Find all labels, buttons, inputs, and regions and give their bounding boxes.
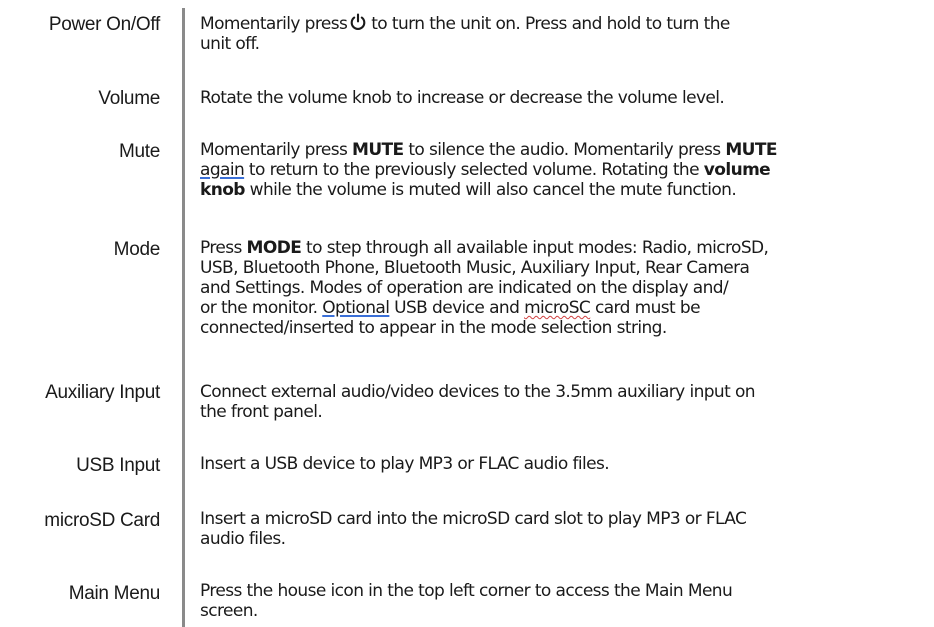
row-label-usb-input: USB Input <box>76 455 160 476</box>
mute-keyword: MUTE <box>725 140 777 160</box>
row-label-mode: Mode <box>113 239 161 260</box>
desc-line: the front panel. <box>200 402 323 422</box>
desc-text: to step through all available input mode… <box>301 238 769 258</box>
desc-line: USB, Bluetooth Phone, Bluetooth Music, A… <box>200 258 750 278</box>
desc-line: Press MODE to step through all available… <box>200 238 930 258</box>
desc-line: unit off. <box>200 34 260 54</box>
desc-line: or the monitor. Optional USB device and … <box>200 298 930 318</box>
desc-line: Momentarily press to turn the unit on. Pr… <box>200 13 930 34</box>
column-divider <box>182 8 185 627</box>
desc-text: USB device and <box>389 298 525 318</box>
desc-line: connected/inserted to appear in the mode… <box>200 318 667 338</box>
row-desc-mute: Momentarily press MUTE to silence the au… <box>200 140 930 200</box>
desc-text: to turn the unit on. Press and hold to t… <box>371 14 730 34</box>
desc-text: to return to the previously selected vol… <box>244 160 704 180</box>
row-label-auxiliary-input: Auxiliary Input <box>45 382 160 403</box>
desc-line: and Settings. Modes of operation are ind… <box>200 278 729 298</box>
row-desc-auxiliary-input: Connect external audio/video devices to … <box>200 382 930 422</box>
desc-line: screen. <box>200 601 258 621</box>
row-label-main-menu: Main Menu <box>68 583 161 604</box>
row-label-microsd-card: microSD Card <box>44 510 160 531</box>
row-label-mute: Mute <box>118 141 160 162</box>
row-label-power: Power On/Off <box>48 14 160 35</box>
desc-text: while the volume is muted will also canc… <box>244 180 737 200</box>
desc-line: Momentarily press MUTE to silence the au… <box>200 140 930 160</box>
desc-line: Rotate the volume knob to increase or de… <box>200 88 725 108</box>
power-icon <box>349 13 367 31</box>
grammar-marked-word: Optional <box>322 298 390 318</box>
mode-keyword: MODE <box>246 238 302 258</box>
row-desc-power: Momentarily press to turn the unit on. Pr… <box>200 13 930 54</box>
desc-text: to silence the audio. Momentarily press <box>403 140 726 160</box>
row-desc-mode: Press MODE to step through all available… <box>200 238 930 338</box>
desc-line: Connect external audio/video devices to … <box>200 382 756 402</box>
desc-line: again to return to the previously select… <box>200 160 930 180</box>
desc-line: knob while the volume is muted will also… <box>200 180 930 200</box>
row-desc-volume: Rotate the volume knob to increase or de… <box>200 88 930 108</box>
knob-keyword: knob <box>200 180 245 200</box>
mute-keyword: MUTE <box>352 140 404 160</box>
desc-line: Insert a microSD card into the microSD c… <box>200 509 747 529</box>
feature-description-table: Power On/Off Momentarily press to turn th… <box>0 0 934 627</box>
row-desc-main-menu: Press the house icon in the top left cor… <box>200 581 930 621</box>
volume-keyword: volume <box>703 160 771 180</box>
row-label-volume: Volume <box>98 88 160 109</box>
desc-text: Press <box>200 238 247 258</box>
row-desc-usb-input: Insert a USB device to play MP3 or FLAC … <box>200 454 930 474</box>
desc-text: card must be <box>590 298 701 318</box>
desc-line: Insert a USB device to play MP3 or FLAC … <box>200 454 610 474</box>
row-desc-microsd-card: Insert a microSD card into the microSD c… <box>200 509 930 549</box>
desc-line: Press the house icon in the top left cor… <box>200 581 733 601</box>
grammar-marked-word: again <box>200 160 245 180</box>
desc-text: or the monitor. <box>200 298 323 318</box>
desc-text: Momentarily press <box>200 140 353 160</box>
desc-line: audio files. <box>200 529 286 549</box>
desc-text: Momentarily press <box>200 14 348 34</box>
spelling-marked-word: microSC <box>524 298 591 318</box>
